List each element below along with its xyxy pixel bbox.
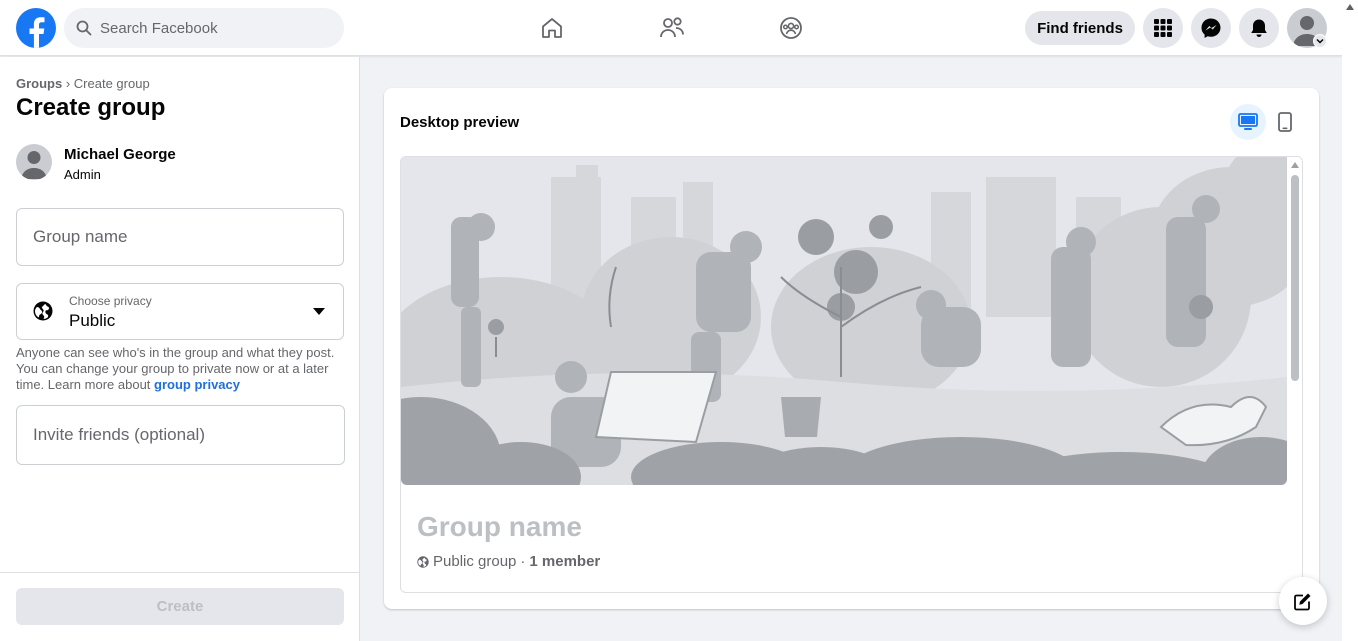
group-name-field[interactable] <box>16 208 344 266</box>
home-icon[interactable] <box>532 8 572 48</box>
scroll-up-arrow-icon[interactable] <box>1291 162 1299 168</box>
page-scrollbar[interactable] <box>1342 0 1358 641</box>
create-group-sidebar: Groups › Create group Create group Micha… <box>0 57 360 641</box>
desktop-preview-card: Desktop preview Group name Public group … <box>384 88 1319 609</box>
search-bar[interactable] <box>64 8 344 48</box>
privacy-value: Public <box>69 311 116 330</box>
group-preview: Group name Public group · 1 member <box>400 156 1303 593</box>
account-menu-chevron-icon[interactable] <box>1313 34 1327 48</box>
page-title: Create group <box>16 94 166 121</box>
privacy-help-text: Anyone can see who's in the group and wh… <box>16 345 346 393</box>
invite-friends-input[interactable] <box>17 406 344 464</box>
menu-grid-icon[interactable] <box>1143 8 1183 48</box>
facebook-logo-icon[interactable] <box>16 8 56 48</box>
create-footer: Create <box>0 572 359 641</box>
group-privacy-link[interactable]: group privacy <box>154 377 240 392</box>
breadcrumb: Groups › Create group <box>16 76 150 91</box>
globe-icon <box>33 301 53 321</box>
dropdown-caret-icon <box>313 308 325 315</box>
admin-role: Admin <box>64 167 101 182</box>
invite-friends-field[interactable] <box>16 405 345 465</box>
preview-title: Desktop preview <box>400 114 520 131</box>
create-button[interactable]: Create <box>16 588 344 625</box>
admin-name: Michael George <box>64 146 176 163</box>
search-input[interactable] <box>100 19 320 37</box>
desktop-monitor-icon <box>1238 113 1258 130</box>
preview-privacy-text: Public group <box>433 553 517 570</box>
compose-icon <box>1294 593 1311 611</box>
top-navigation-bar: Find friends <box>0 0 1342 56</box>
globe-icon <box>417 555 429 568</box>
desktop-view-button[interactable] <box>1230 104 1266 140</box>
preview-group-name: Group name <box>417 511 582 542</box>
groups-icon[interactable] <box>771 8 811 48</box>
scroll-up-arrow-icon[interactable] <box>1346 4 1354 10</box>
messenger-icon[interactable] <box>1191 8 1231 48</box>
preview-group-meta: Public group · 1 member <box>417 553 600 570</box>
breadcrumb-groups-link[interactable]: Groups <box>16 76 62 91</box>
new-message-button[interactable] <box>1279 577 1327 625</box>
admin-avatar <box>16 144 52 180</box>
meta-separator: · <box>520 553 526 570</box>
group-name-input[interactable] <box>17 209 343 265</box>
friends-icon[interactable] <box>652 8 692 48</box>
search-icon <box>76 20 92 36</box>
mobile-view-button[interactable] <box>1267 104 1303 140</box>
mobile-phone-icon <box>1278 112 1292 132</box>
notifications-bell-icon[interactable] <box>1239 8 1279 48</box>
preview-scrollbar[interactable] <box>1287 157 1302 592</box>
privacy-select[interactable]: Choose privacy Public <box>16 283 344 340</box>
find-friends-button[interactable]: Find friends <box>1025 11 1135 45</box>
preview-member-count: 1 member <box>529 553 601 570</box>
breadcrumb-current: Create group <box>73 76 150 91</box>
preview-scroll-thumb[interactable] <box>1291 175 1299 381</box>
breadcrumb-separator: › <box>62 76 74 91</box>
privacy-label: Choose privacy <box>69 294 152 308</box>
cover-illustration <box>401 157 1287 485</box>
